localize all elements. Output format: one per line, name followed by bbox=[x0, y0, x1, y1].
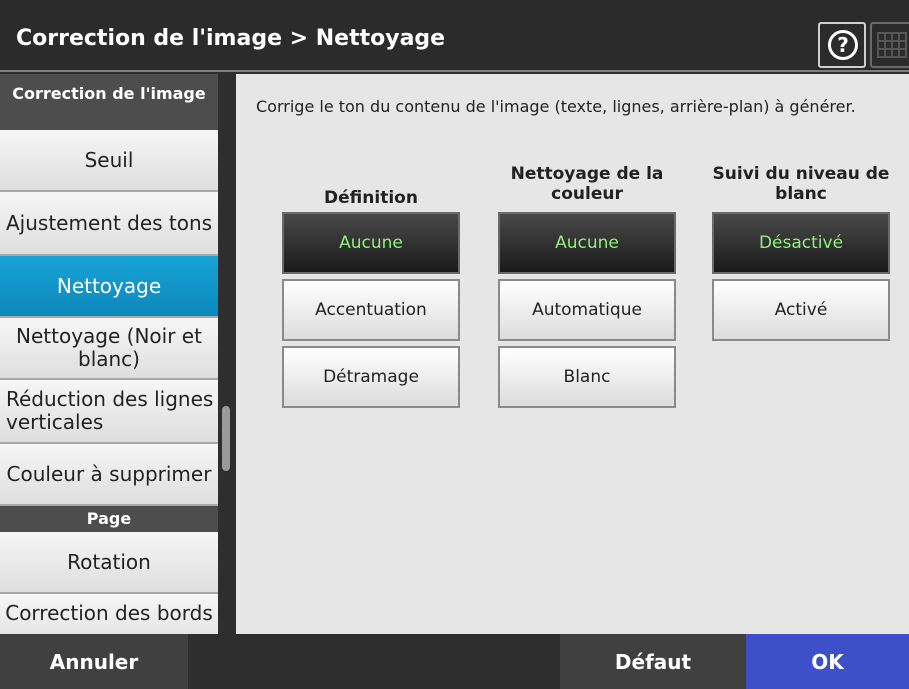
panel-description: Corrige le ton du contenu de l'image (te… bbox=[256, 97, 856, 116]
color-cleanup-option-aucune[interactable]: Aucune bbox=[498, 212, 676, 274]
sidebar-item-seuil[interactable]: Seuil bbox=[0, 130, 218, 192]
ok-button[interactable]: OK bbox=[746, 634, 909, 689]
sidebar-item-correction-des-bords[interactable]: Correction des bords bbox=[0, 594, 218, 634]
keyboard-button[interactable] bbox=[870, 22, 909, 68]
color-cleanup-option-automatique[interactable]: Automatique bbox=[498, 279, 676, 341]
color-cleanup-option-blanc[interactable]: Blanc bbox=[498, 346, 676, 408]
default-button[interactable]: Défaut bbox=[560, 634, 746, 689]
column-header-definition: Définition bbox=[324, 188, 418, 208]
sidebar-item-couleur-a-supprimer[interactable]: Couleur à supprimer bbox=[0, 444, 218, 506]
definition-option-aucune[interactable]: Aucune bbox=[282, 212, 460, 274]
sidebar-item-nettoyage[interactable]: Nettoyage bbox=[0, 256, 218, 318]
page-title: Correction de l'image > Nettoyage bbox=[16, 26, 446, 51]
sidebar-scrollbar[interactable] bbox=[218, 74, 234, 634]
help-icon: ? bbox=[828, 30, 858, 60]
sidebar-section-image-correction: Correction de l'image bbox=[0, 74, 218, 130]
cleanup-panel: Corrige le ton du contenu de l'image (te… bbox=[236, 74, 909, 634]
sidebar-item-ajustement-des-tons[interactable]: Ajustement des tons bbox=[0, 192, 218, 256]
sidebar-item-nettoyage-noir-et-blanc[interactable]: Nettoyage (Noir et blanc) bbox=[0, 318, 218, 380]
sidebar-scroll-thumb[interactable] bbox=[222, 406, 230, 471]
sidebar-item-reduction-lignes-verticales[interactable]: Réduction des lignes verticales bbox=[0, 380, 218, 444]
settings-sidebar: Correction de l'image Seuil Ajustement d… bbox=[0, 74, 218, 634]
white-level-option-desactive[interactable]: Désactivé bbox=[712, 212, 890, 274]
white-level-option-active[interactable]: Activé bbox=[712, 279, 890, 341]
title-bar: Correction de l'image > Nettoyage ? bbox=[0, 0, 909, 72]
keyboard-icon bbox=[877, 32, 907, 58]
column-header-suivi-niveau-blanc: Suivi du niveau de blanc bbox=[712, 164, 890, 204]
column-header-nettoyage-couleur: Nettoyage de la couleur bbox=[510, 164, 664, 204]
cancel-button[interactable]: Annuler bbox=[0, 634, 188, 689]
sidebar-item-rotation[interactable]: Rotation bbox=[0, 532, 218, 594]
definition-option-detramage[interactable]: Détramage bbox=[282, 346, 460, 408]
sidebar-section-page: Page bbox=[0, 506, 218, 532]
definition-option-accentuation[interactable]: Accentuation bbox=[282, 279, 460, 341]
footer-bar: Annuler Défaut OK bbox=[0, 634, 909, 689]
help-button[interactable]: ? bbox=[818, 22, 866, 68]
